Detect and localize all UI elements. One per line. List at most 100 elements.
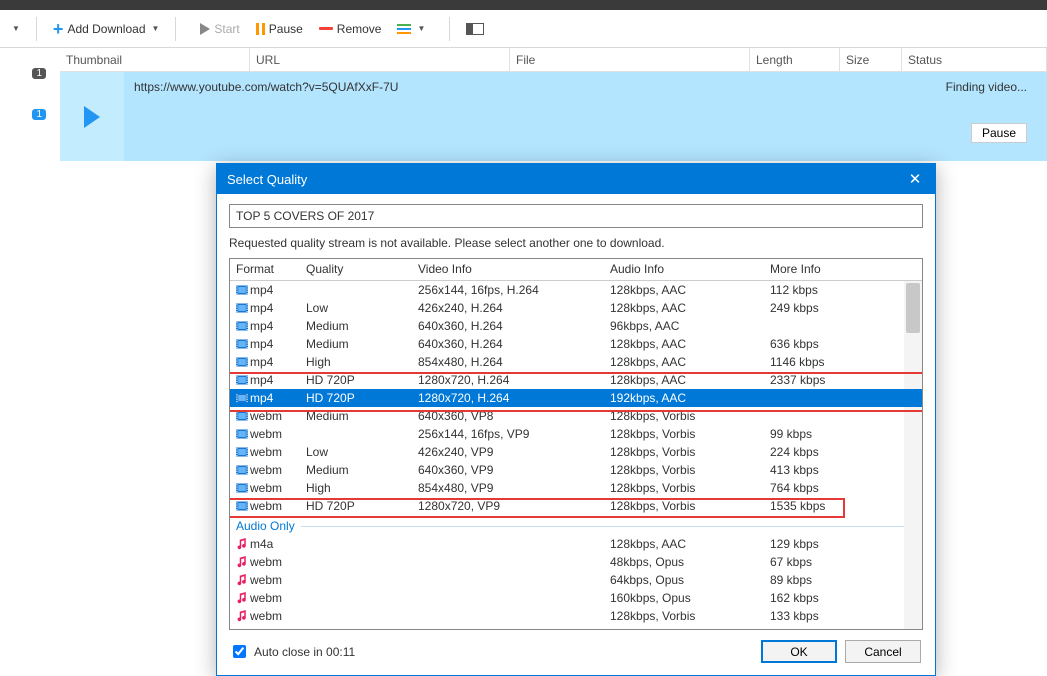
header-more-info[interactable]: More Info <box>764 259 922 280</box>
quality-row[interactable]: mp4Low426x240, H.264128kbps, AAC249 kbps <box>230 299 922 317</box>
quality-row[interactable]: webm160kbps, Opus162 kbps <box>230 589 922 607</box>
separator <box>449 17 450 41</box>
cell-format: mp4 <box>230 391 300 405</box>
col-status[interactable]: Status <box>902 48 1047 71</box>
cell-audio-info: 160kbps, Opus <box>604 591 764 605</box>
pause-button[interactable]: Pause <box>250 19 309 39</box>
close-button[interactable]: ✕ <box>895 164 935 194</box>
header-audio-info[interactable]: Audio Info <box>604 259 764 280</box>
play-icon <box>84 106 100 128</box>
cell-audio-info: 128kbps, Vorbis <box>604 499 764 513</box>
quality-row[interactable]: mp4HD 720P1280x720, H.264128kbps, AAC233… <box>230 371 922 389</box>
cell-quality: HD 720P <box>300 373 412 387</box>
plus-icon: + <box>53 20 64 38</box>
lines-icon <box>397 24 411 34</box>
quality-row[interactable]: webmMedium640x360, VP8128kbps, Vorbis <box>230 407 922 425</box>
remove-button[interactable]: Remove <box>313 19 388 39</box>
download-status: Finding video... <box>946 80 1027 94</box>
dialog-title-text: Select Quality <box>227 172 307 187</box>
quality-row[interactable]: m4a128kbps, AAC129 kbps <box>230 535 922 553</box>
chevron-down-icon: ▼ <box>12 24 20 33</box>
cancel-button[interactable]: Cancel <box>845 640 921 663</box>
section-divider <box>301 526 916 527</box>
cell-format: m4a <box>230 537 300 551</box>
header-video-info[interactable]: Video Info <box>412 259 604 280</box>
quality-grid: Format Quality Video Info Audio Info Mor… <box>229 258 923 630</box>
cell-format: webm <box>230 463 300 477</box>
quality-row[interactable]: webm64kbps, Opus89 kbps <box>230 571 922 589</box>
col-url[interactable]: URL <box>250 48 510 71</box>
cell-quality: Medium <box>300 337 412 351</box>
cell-audio-info: 128kbps, Vorbis <box>604 409 764 423</box>
quality-row[interactable]: mp4Medium640x360, H.264128kbps, AAC636 k… <box>230 335 922 353</box>
close-icon: ✕ <box>909 170 922 188</box>
ok-button[interactable]: OK <box>761 640 837 663</box>
col-file[interactable]: File <box>510 48 750 71</box>
quality-row[interactable]: webmHigh854x480, VP9128kbps, Vorbis764 k… <box>230 479 922 497</box>
col-length[interactable]: Length <box>750 48 840 71</box>
start-label: Start <box>214 22 239 36</box>
add-download-button[interactable]: + Add Download ▼ <box>47 17 166 41</box>
autoclose-input[interactable] <box>233 645 246 658</box>
filter-lines-button[interactable]: ▼ <box>391 21 431 37</box>
cell-video-info: 426x240, H.264 <box>412 301 604 315</box>
quality-row[interactable]: webm256x144, 16fps, VP9128kbps, Vorbis99… <box>230 425 922 443</box>
cell-quality: Low <box>300 301 412 315</box>
layout-icon <box>466 23 484 35</box>
quality-row[interactable]: webm48kbps, Opus67 kbps <box>230 553 922 571</box>
header-format[interactable]: Format <box>230 259 300 280</box>
sidebar-badge: 1 <box>32 109 46 120</box>
pause-icon <box>256 23 265 35</box>
cell-format: mp4 <box>230 283 300 297</box>
cell-more-info: 1535 kbps <box>764 499 922 513</box>
main-toolbar: ▼ + Add Download ▼ Start Pause Remove ▼ <box>0 10 1047 48</box>
cell-quality: High <box>300 355 412 369</box>
cell-quality: High <box>300 481 412 495</box>
quality-row[interactable]: webmHD 720P1280x720, VP9128kbps, Vorbis1… <box>230 497 922 515</box>
quality-row[interactable]: mp4High854x480, H.264128kbps, AAC1146 kb… <box>230 353 922 371</box>
cell-more-info: 413 kbps <box>764 463 922 477</box>
start-button[interactable]: Start <box>194 19 245 39</box>
cell-more-info: 224 kbps <box>764 445 922 459</box>
cell-audio-info: 128kbps, Vorbis <box>604 463 764 477</box>
cell-video-info: 640x360, H.264 <box>412 319 604 333</box>
cell-more-info: 133 kbps <box>764 609 922 623</box>
quality-row[interactable]: webmLow426x240, VP9128kbps, Vorbis224 kb… <box>230 443 922 461</box>
col-thumbnail[interactable]: Thumbnail <box>60 48 250 71</box>
toolbar-dropdown-left[interactable]: ▼ <box>4 21 26 36</box>
cell-more-info: 764 kbps <box>764 481 922 495</box>
download-row[interactable]: https://www.youtube.com/watch?v=5QUAfXxF… <box>60 72 1047 162</box>
quality-row[interactable]: webmMedium640x360, VP9128kbps, Vorbis413… <box>230 461 922 479</box>
cell-more-info: 636 kbps <box>764 337 922 351</box>
cell-quality: Medium <box>300 409 412 423</box>
cell-format: webm <box>230 445 300 459</box>
cell-more-info: 112 kbps <box>764 283 922 297</box>
cell-audio-info: 128kbps, AAC <box>604 337 764 351</box>
cell-quality: Medium <box>300 319 412 333</box>
dialog-titlebar[interactable]: Select Quality ✕ <box>217 164 935 194</box>
cell-video-info: 426x240, VP9 <box>412 445 604 459</box>
remove-label: Remove <box>337 22 382 36</box>
layout-toggle-button[interactable] <box>460 20 490 38</box>
row-pause-button[interactable]: Pause <box>971 123 1027 143</box>
cell-format: mp4 <box>230 319 300 333</box>
autoclose-checkbox[interactable]: Auto close in 00:11 <box>229 642 355 661</box>
sidebar-badge: 1 <box>32 68 46 79</box>
cell-quality: Low <box>300 445 412 459</box>
cell-audio-info: 128kbps, Vorbis <box>604 445 764 459</box>
quality-row[interactable]: mp4HD 720P1280x720, H.264192kbps, AAC <box>230 389 922 407</box>
col-size[interactable]: Size <box>840 48 902 71</box>
quality-row[interactable]: mp4Medium640x360, H.26496kbps, AAC <box>230 317 922 335</box>
quality-row[interactable]: mp4256x144, 16fps, H.264128kbps, AAC112 … <box>230 281 922 299</box>
cell-audio-info: 128kbps, AAC <box>604 373 764 387</box>
grid-header-row: Format Quality Video Info Audio Info Mor… <box>230 259 922 281</box>
cell-format: mp4 <box>230 337 300 351</box>
cell-more-info: 129 kbps <box>764 537 922 551</box>
cell-audio-info: 192kbps, AAC <box>604 391 764 405</box>
cell-video-info: 1280x720, H.264 <box>412 373 604 387</box>
cell-more-info: 162 kbps <box>764 591 922 605</box>
quality-row[interactable]: webm128kbps, Vorbis133 kbps <box>230 607 922 625</box>
cell-video-info: 640x360, H.264 <box>412 337 604 351</box>
cell-more-info: 67 kbps <box>764 555 922 569</box>
header-quality[interactable]: Quality <box>300 259 412 280</box>
